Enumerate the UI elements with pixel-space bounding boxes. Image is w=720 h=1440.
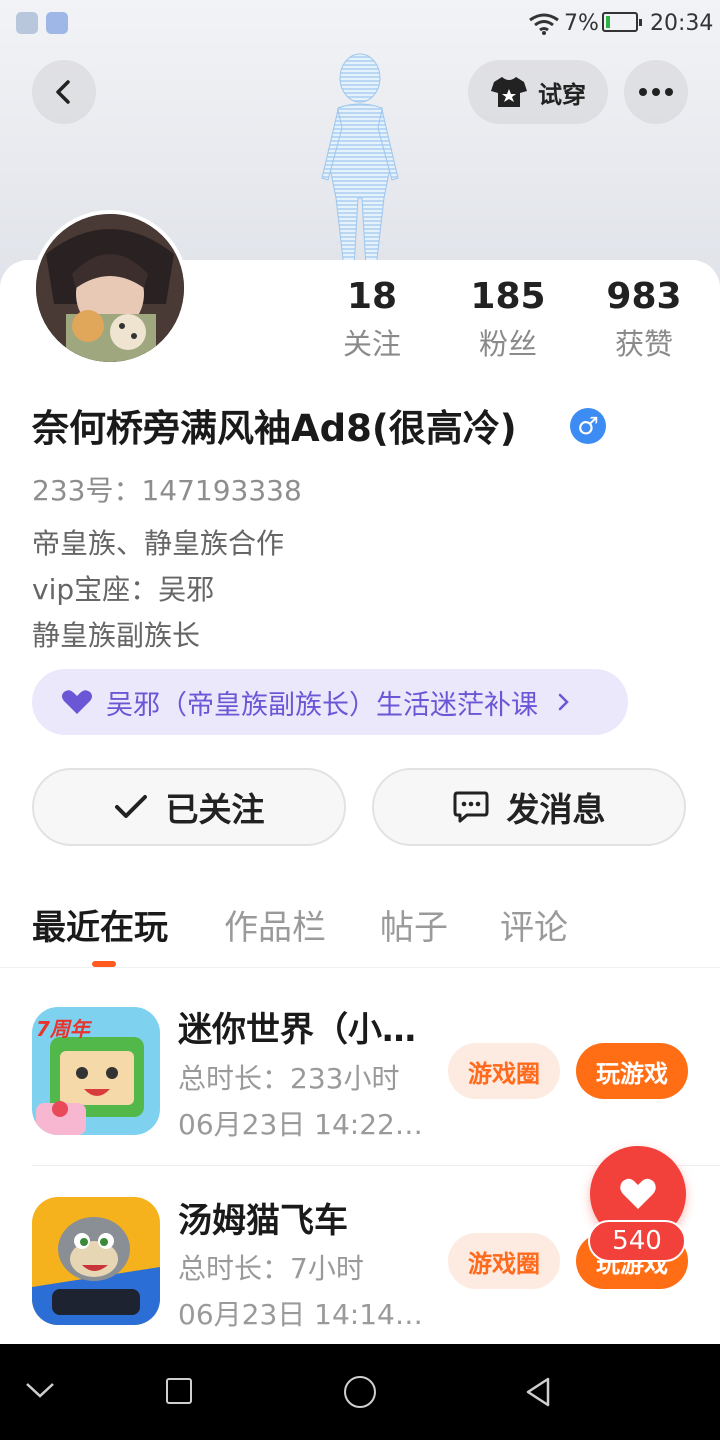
tab-works[interactable]: 作品栏 xyxy=(224,900,326,949)
avatar[interactable] xyxy=(32,210,188,366)
battery-percent: 7% xyxy=(564,11,599,36)
try-on-label: 试穿 xyxy=(538,80,586,109)
game-icon-art xyxy=(32,1197,160,1325)
game-title: 迷你世界（小… xyxy=(178,1010,416,1050)
stat-following[interactable]: 18 关注 xyxy=(317,276,427,363)
tabs-divider xyxy=(0,967,720,968)
battery-icon xyxy=(602,12,642,32)
tab-recent-games[interactable]: 最近在玩 xyxy=(32,900,168,949)
game-last-played: 06月23日 14:14… xyxy=(178,1298,423,1331)
check-icon xyxy=(114,795,147,818)
more-options-button[interactable] xyxy=(624,60,688,124)
play-game-button[interactable]: 玩游戏 xyxy=(576,1043,688,1099)
game-duration: 总时长：233小时 xyxy=(178,1062,400,1095)
stat-followers[interactable]: 185 粉丝 xyxy=(453,276,563,363)
game-circle-button[interactable]: 游戏圈 xyxy=(448,1233,560,1289)
chat-bubble-icon xyxy=(453,791,488,823)
clock: 20:34 xyxy=(650,11,714,36)
system-navigation-bar xyxy=(0,1344,720,1440)
like-count-badge: 540 xyxy=(588,1220,686,1262)
game-duration: 总时长：7小时 xyxy=(178,1252,364,1285)
follow-label: 已关注 xyxy=(165,790,265,829)
avatar-3d-figure xyxy=(321,53,399,268)
tshirt-icon xyxy=(491,77,527,107)
nav-back-icon[interactable] xyxy=(524,1376,552,1408)
nav-home-icon[interactable] xyxy=(344,1376,376,1408)
game-circle-button[interactable]: 游戏圈 xyxy=(448,1043,560,1099)
avatar-image xyxy=(36,214,184,362)
bio-line: 帝皇族、静皇族合作 xyxy=(32,527,285,560)
wifi-icon xyxy=(529,13,559,35)
stat-value: 18 xyxy=(346,276,398,317)
game-icon-tom-racing[interactable] xyxy=(32,1197,160,1325)
class-banner[interactable]: 吴邪（帝皇族副族长）生活迷茫补课 xyxy=(32,669,628,735)
game-last-played: 06月23日 14:22… xyxy=(178,1108,423,1141)
notification-cloud-icon xyxy=(16,12,38,34)
male-gender-icon: ♂ xyxy=(570,408,606,444)
stat-value: 185 xyxy=(470,276,546,317)
status-bar: 7% 20:34 xyxy=(0,0,720,48)
stat-value: 983 xyxy=(606,276,682,317)
user-id: 233号：147193338 xyxy=(32,474,302,507)
heart-icon xyxy=(620,1178,656,1209)
game-icon-mini-world[interactable]: 7周年 xyxy=(32,1007,160,1135)
tab-comments[interactable]: 评论 xyxy=(500,900,568,949)
message-label: 发消息 xyxy=(506,790,606,829)
tab-posts[interactable]: 帖子 xyxy=(380,900,448,949)
nav-recents-icon[interactable] xyxy=(166,1378,192,1404)
heart-icon xyxy=(62,690,92,714)
chevron-right-icon xyxy=(558,693,569,711)
stat-likes[interactable]: 983 获赞 xyxy=(589,276,699,363)
profile-name: 奈何桥旁满风袖Ad8(很高冷) xyxy=(32,407,517,450)
anniversary-badge: 7周年 xyxy=(36,1017,90,1041)
stat-label: 获赞 xyxy=(614,327,673,361)
chevron-left-icon xyxy=(56,80,70,104)
notification-app-icon xyxy=(46,12,68,34)
follow-button[interactable]: 已关注 xyxy=(32,768,346,846)
bio-line: vip宝座：吴邪 xyxy=(32,573,215,606)
more-dots-icon xyxy=(639,88,673,96)
game-title: 汤姆猫飞车 xyxy=(178,1201,348,1241)
nav-hide-icon[interactable] xyxy=(24,1380,56,1400)
banner-text: 吴邪（帝皇族副族长）生活迷茫补课 xyxy=(106,689,538,721)
stat-label: 粉丝 xyxy=(478,327,537,361)
try-on-button[interactable]: 试穿 xyxy=(468,60,608,124)
stat-label: 关注 xyxy=(342,327,401,361)
message-button[interactable]: 发消息 xyxy=(372,768,686,846)
back-button[interactable] xyxy=(32,60,96,124)
bio-line: 静皇族副族长 xyxy=(32,619,201,652)
